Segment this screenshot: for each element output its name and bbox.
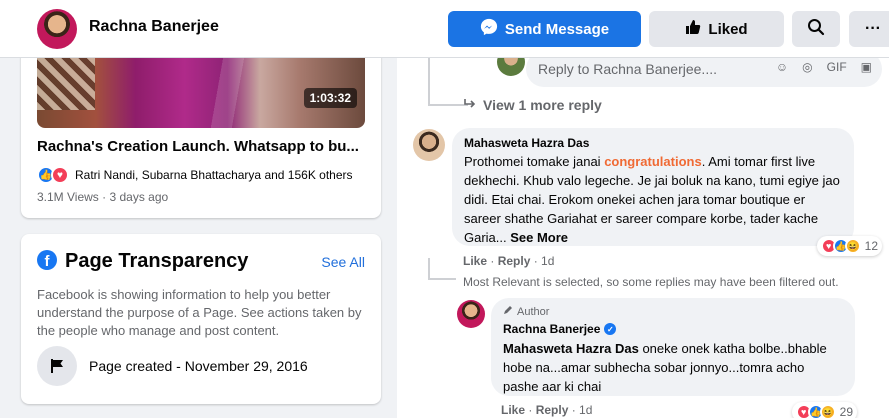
transparency-title: Page Transparency bbox=[65, 250, 249, 272]
comment-reactions[interactable]: ♥ 👍 😆 12 bbox=[816, 236, 882, 256]
comment-text: Prothomei tomake janai congratulations. … bbox=[464, 152, 842, 247]
highlighted-word: congratulations bbox=[604, 154, 702, 169]
camera-icon[interactable]: ◎ bbox=[802, 60, 812, 74]
page-header: Rachna Banerjee Send Message Liked ··· bbox=[0, 0, 889, 58]
reply-author[interactable]: Rachna Banerjee bbox=[503, 322, 600, 336]
reply-action[interactable]: Reply bbox=[498, 254, 531, 268]
liked-label: Liked bbox=[708, 20, 748, 38]
thumbs-up-icon bbox=[685, 19, 701, 39]
avatar[interactable] bbox=[37, 9, 77, 49]
filter-note: Most Relevant is selected, so some repli… bbox=[463, 275, 839, 289]
reaction-count: 29 bbox=[839, 405, 853, 418]
more-dots-icon: ··· bbox=[865, 20, 881, 37]
see-all-link[interactable]: See All bbox=[321, 254, 365, 270]
mention-link[interactable]: Mahasweta Hazra Das bbox=[503, 341, 639, 356]
comment-text-part: Prothomei tomake janai bbox=[464, 154, 605, 169]
verified-badge-icon: ✓ bbox=[604, 323, 617, 335]
send-message-button[interactable]: Send Message bbox=[448, 11, 641, 47]
video-reactions[interactable]: 👍 ♥ Ratri Nandi, Subarna Bhattacharya an… bbox=[37, 166, 353, 184]
reaction-count: 12 bbox=[864, 239, 878, 253]
comment-author[interactable]: Mahasweta Hazra Das bbox=[464, 136, 842, 150]
thread-line bbox=[428, 278, 456, 280]
thread-line bbox=[428, 104, 468, 106]
thread-line bbox=[428, 58, 430, 106]
haha-reaction-icon: 😆 bbox=[844, 238, 861, 254]
more-options-button[interactable]: ··· bbox=[849, 11, 889, 47]
video-duration: 1:03:32 bbox=[303, 88, 357, 108]
liked-button[interactable]: Liked bbox=[649, 11, 784, 47]
reply-reactions[interactable]: ♥ 👍 😆 29 bbox=[791, 402, 857, 418]
reply-action[interactable]: Reply bbox=[536, 403, 569, 417]
pencil-icon bbox=[503, 305, 513, 318]
love-reaction-icon: ♥ bbox=[51, 166, 69, 184]
page-created-row: Page created - November 29, 2016 bbox=[37, 346, 308, 386]
search-icon bbox=[807, 18, 825, 41]
messenger-icon bbox=[480, 18, 498, 40]
comments-section: Reply to Rachna Banerjee.... ☺ ◎ GIF ▣ V… bbox=[397, 48, 889, 418]
comment-bubble: Mahasweta Hazra Das Prothomei tomake jan… bbox=[452, 128, 882, 256]
reply-text: Mahasweta Hazra Das oneke onek katha bol… bbox=[503, 339, 843, 396]
reaction-names: Ratri Nandi, Subarna Bhattacharya and 15… bbox=[75, 168, 353, 182]
reply-author-row: Rachna Banerjee ✓ bbox=[503, 322, 843, 336]
like-action[interactable]: Like bbox=[463, 254, 487, 268]
facebook-icon: f bbox=[37, 250, 57, 270]
view-more-label: View 1 more reply bbox=[483, 97, 602, 113]
page-name[interactable]: Rachna Banerjee bbox=[89, 18, 219, 36]
avatar[interactable] bbox=[413, 129, 445, 161]
reply-arrow-icon bbox=[463, 97, 477, 113]
video-meta: 3.1M Views · 3 days ago bbox=[37, 190, 169, 204]
comment-actions: Like · Reply · 1d bbox=[463, 254, 555, 268]
transparency-description: Facebook is showing information to help … bbox=[37, 287, 362, 338]
page-created-text: Page created - November 29, 2016 bbox=[89, 358, 308, 374]
page-transparency-card: f Page Transparency See All Facebook is … bbox=[21, 234, 381, 404]
sticker-icon[interactable]: ▣ bbox=[861, 60, 872, 74]
view-more-replies[interactable]: View 1 more reply bbox=[463, 97, 602, 113]
comment-time[interactable]: 1d bbox=[541, 254, 554, 268]
flag-icon bbox=[37, 346, 77, 386]
see-more-link[interactable]: See More bbox=[507, 230, 568, 245]
reply-actions: Like · Reply · 1d bbox=[501, 403, 593, 417]
haha-reaction-icon: 😆 bbox=[819, 404, 836, 418]
like-action[interactable]: Like bbox=[501, 403, 525, 417]
reply-input-icons: ☺ ◎ GIF ▣ bbox=[776, 60, 872, 74]
author-badge-label: Author bbox=[517, 305, 550, 318]
search-button[interactable] bbox=[792, 11, 840, 47]
video-title[interactable]: Rachna's Creation Launch. Whatsapp to bu… bbox=[37, 138, 365, 155]
reply-time[interactable]: 1d bbox=[579, 403, 592, 417]
reply-placeholder: Reply to Rachna Banerjee.... bbox=[538, 61, 717, 77]
author-badge: Author bbox=[503, 305, 843, 318]
send-message-label: Send Message bbox=[504, 20, 610, 38]
reply-bubble: Author Rachna Banerjee ✓ Mahasweta Hazra… bbox=[491, 298, 857, 418]
thread-line bbox=[428, 258, 430, 280]
emoji-icon[interactable]: ☺ bbox=[776, 60, 788, 74]
gif-icon[interactable]: GIF bbox=[827, 60, 847, 74]
avatar[interactable] bbox=[457, 300, 485, 328]
